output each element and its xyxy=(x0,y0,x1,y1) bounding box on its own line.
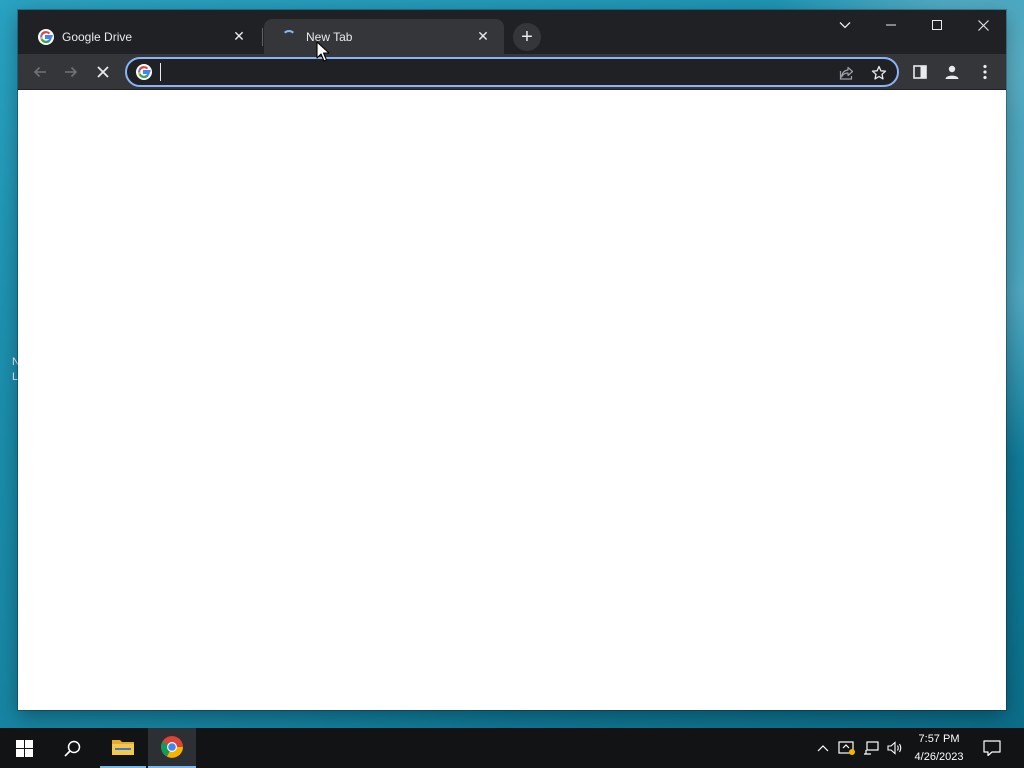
mouse-cursor-icon xyxy=(316,41,330,62)
chrome-taskbar-button[interactable] xyxy=(148,728,196,768)
notification-center-button[interactable] xyxy=(976,728,1008,768)
start-button[interactable] xyxy=(0,728,48,768)
tab-separator xyxy=(262,28,263,46)
share-icon xyxy=(839,66,854,80)
stop-loading-icon xyxy=(97,66,109,78)
back-button[interactable] xyxy=(25,57,55,87)
profile-button[interactable] xyxy=(937,57,967,87)
minimize-icon xyxy=(886,24,896,26)
kebab-menu-icon xyxy=(983,64,987,80)
side-panel-button[interactable] xyxy=(905,57,935,87)
taskbar: 7:57 PM 4/26/2023 xyxy=(0,728,1024,768)
network-icon xyxy=(864,741,879,755)
omnibox[interactable] xyxy=(125,57,899,87)
profile-icon xyxy=(945,65,959,79)
chrome-icon xyxy=(161,736,183,758)
close-tab-icon[interactable]: ✕ xyxy=(230,28,248,46)
search-icon xyxy=(63,740,80,757)
start-icon xyxy=(15,739,33,757)
volume-icon xyxy=(887,741,902,755)
chrome-window: Google Drive ✕ New Tab ✕ + xyxy=(18,10,1006,710)
file-explorer-button[interactable] xyxy=(100,728,146,768)
tab-title: New Tab xyxy=(306,29,353,44)
side-panel-icon xyxy=(913,65,927,79)
network-tray-button[interactable] xyxy=(860,728,882,768)
security-icon xyxy=(838,741,855,755)
clock[interactable]: 7:57 PM 4/26/2023 xyxy=(906,728,972,768)
volume-tray-button[interactable] xyxy=(884,728,906,768)
google-g-icon xyxy=(136,64,152,80)
close-tab-icon[interactable]: ✕ xyxy=(474,28,492,46)
tab-search-icon xyxy=(839,22,851,29)
forward-arrow-icon xyxy=(65,66,78,78)
search-button[interactable] xyxy=(48,728,96,768)
tab-google-drive[interactable]: Google Drive ✕ xyxy=(20,19,260,54)
clock-date: 4/26/2023 xyxy=(914,751,964,763)
new-tab-button[interactable]: + xyxy=(513,23,541,51)
address-input[interactable] xyxy=(159,61,819,83)
text-caret xyxy=(160,63,161,81)
browser-toolbar xyxy=(18,54,1006,90)
maximize-button[interactable] xyxy=(914,10,960,40)
back-arrow-icon xyxy=(33,66,46,78)
page-content[interactable] xyxy=(18,90,1006,710)
clock-time: 7:57 PM xyxy=(918,733,960,745)
star-icon xyxy=(871,65,887,80)
bookmark-button[interactable] xyxy=(868,62,890,84)
google-g-icon xyxy=(38,28,54,45)
maximize-icon xyxy=(932,20,942,30)
show-hidden-icons-button[interactable] xyxy=(812,728,834,768)
tab-new-tab[interactable]: New Tab ✕ xyxy=(264,19,504,54)
chevron-up-icon xyxy=(817,745,829,752)
tab-title: Google Drive xyxy=(62,29,133,44)
close-icon xyxy=(977,19,989,31)
menu-button[interactable] xyxy=(970,57,1000,87)
security-tray-button[interactable] xyxy=(836,728,858,768)
file-explorer-icon xyxy=(112,740,134,755)
forward-button[interactable] xyxy=(56,57,86,87)
stop-button[interactable] xyxy=(88,57,118,87)
loading-spinner-icon xyxy=(282,29,296,44)
close-window-button[interactable] xyxy=(960,10,1006,40)
share-button[interactable] xyxy=(836,62,858,84)
minimize-button[interactable] xyxy=(868,10,914,40)
tab-strip: Google Drive ✕ New Tab ✕ + xyxy=(18,10,1006,54)
notification-icon xyxy=(983,740,1001,756)
tab-search-button[interactable] xyxy=(822,10,868,40)
plus-icon: + xyxy=(521,26,533,48)
